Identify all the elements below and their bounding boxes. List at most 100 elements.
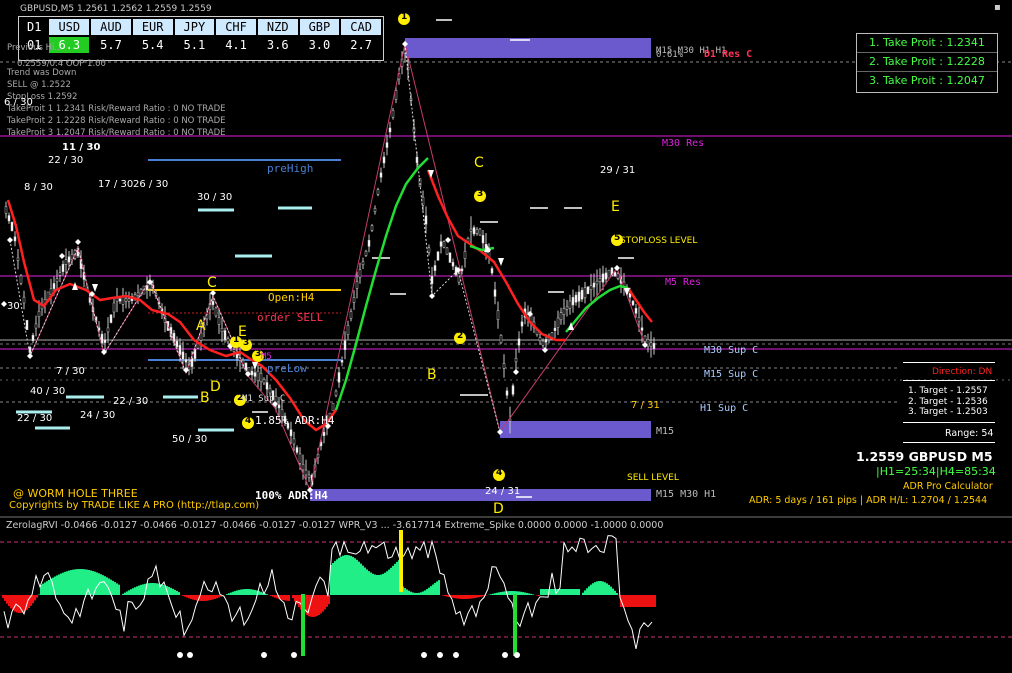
wave-label-b1: B [200, 390, 210, 406]
histogram-bar [532, 594, 534, 595]
candle-body [19, 275, 23, 284]
strength-value-chf: 4.1 [225, 38, 247, 52]
candle-body [364, 251, 368, 256]
candle-body [13, 236, 17, 242]
candle-body [193, 349, 197, 359]
wave-label-a1: A [196, 318, 206, 334]
histogram-bar [216, 595, 218, 599]
histogram-bar [178, 592, 180, 595]
histogram-bar [442, 595, 444, 596]
candle-body [607, 269, 611, 279]
histogram-bar [176, 590, 178, 595]
strength-value-jpy: 5.1 [183, 38, 206, 52]
candle-body [565, 306, 569, 310]
histogram-bar [588, 586, 590, 595]
histogram-bar [520, 591, 522, 595]
candle-body [493, 289, 497, 297]
level-label-d1-res: D1 Res C [704, 49, 753, 60]
window-title: GBPUSD,M5 1.2561 1.2562 1.2559 1.2559 [20, 4, 212, 14]
candle-body [505, 390, 509, 396]
histogram-bar [528, 593, 530, 595]
candle-body [496, 310, 500, 320]
histogram-bar [586, 588, 588, 595]
histogram-bar [46, 581, 48, 595]
wave-label-d1: D [210, 379, 221, 395]
histogram-bar [62, 572, 64, 595]
histogram-bar [648, 595, 650, 607]
histogram-bar [540, 589, 542, 595]
candle-body [592, 282, 596, 288]
histogram-bar [380, 574, 382, 595]
candle-body [616, 273, 620, 279]
candle-body [580, 289, 584, 300]
candle-body [562, 308, 566, 315]
histogram-bar [630, 595, 632, 607]
day-label: 26 / 30 [133, 179, 169, 190]
candle-body [106, 327, 110, 333]
level-label-m30-sup: M30 Sup C [704, 345, 759, 356]
marker-num-1b: 1 [233, 335, 240, 345]
histogram-bar [408, 590, 410, 595]
histogram-bar [282, 595, 284, 601]
candle-body [451, 262, 455, 267]
info-line-5: TakeProit 2 1.2228 Risk/Reward Ratio : 0… [7, 116, 226, 126]
histogram-bar [334, 561, 336, 595]
histogram-bar [654, 595, 656, 607]
marker-num-4: 4 [496, 468, 503, 478]
candle-body [64, 259, 68, 265]
histogram-bar [572, 589, 574, 595]
range-text: Range: 54 [945, 428, 994, 439]
histogram-bar [148, 583, 150, 595]
histogram-bar [436, 581, 438, 595]
candle-body [31, 335, 35, 341]
info-line-4: TakeProit 1 1.2341 Risk/Reward Ratio : 0… [7, 104, 226, 114]
candle-body [55, 278, 59, 282]
candle-body [373, 208, 377, 212]
histogram-bar [272, 595, 274, 597]
histogram-bar [456, 595, 458, 599]
top-zone [405, 38, 651, 58]
histogram-bar [626, 595, 628, 607]
window-control-icon[interactable]: ▪ [994, 2, 1001, 13]
strength-header-nzd: NZD [257, 19, 298, 35]
histogram-bar [410, 591, 412, 595]
level-label-sell: SELL LEVEL [627, 473, 679, 483]
indicator-title: ZerolagRVI -0.0466 -0.0127 -0.0466 -0.01… [6, 520, 664, 531]
histogram-bar [314, 595, 316, 617]
histogram-bar [338, 557, 340, 595]
bottom-zone [310, 489, 651, 501]
candle-body [289, 429, 293, 437]
histogram-bar [576, 589, 578, 595]
histogram-bar [420, 592, 422, 595]
histogram-bar [430, 586, 432, 595]
histogram-bar [366, 569, 368, 595]
histogram-bar [78, 569, 80, 595]
candle-body [124, 298, 128, 302]
candle-body [652, 343, 656, 349]
histogram-bar [92, 571, 94, 595]
level-label-bottom-zone: M15 M30 H1 [656, 489, 717, 500]
histogram-bar [82, 569, 84, 595]
histogram-bar [136, 586, 138, 595]
candle-body [424, 215, 428, 225]
histogram-bar [288, 595, 290, 601]
candle-body [349, 311, 353, 319]
candle-body [199, 332, 203, 341]
candle-body [598, 278, 602, 282]
candle-body [490, 268, 494, 274]
marker-num-2b: 2 [237, 393, 244, 403]
histogram-bar [358, 561, 360, 595]
histogram-bar [44, 582, 46, 595]
candle-body [127, 298, 131, 302]
histogram-bar [582, 592, 584, 595]
chart-canvas[interactable] [0, 0, 1012, 673]
marker-num-4b: 4 [245, 416, 252, 426]
histogram-bar [28, 595, 30, 609]
histogram-bar [192, 595, 194, 600]
histogram-bar [354, 558, 356, 595]
histogram-bar [162, 584, 164, 595]
candle-body [304, 469, 308, 476]
histogram-bar [504, 591, 506, 595]
candle-body [118, 298, 122, 302]
histogram-bar [8, 595, 10, 607]
